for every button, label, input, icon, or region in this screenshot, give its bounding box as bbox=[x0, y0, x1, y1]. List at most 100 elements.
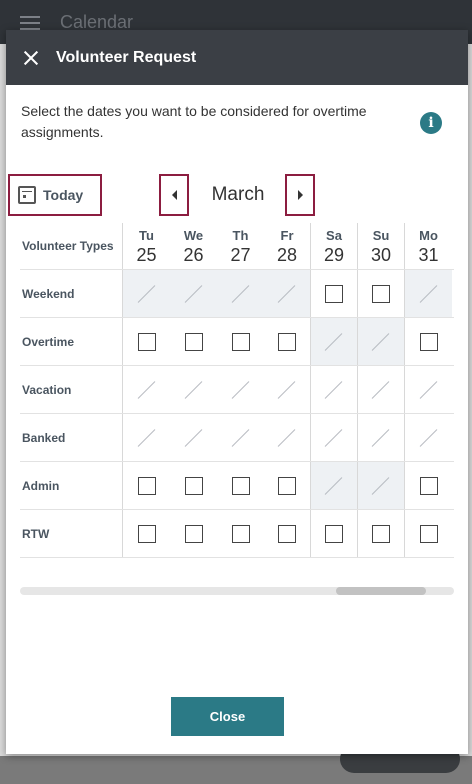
horizontal-scrollbar[interactable] bbox=[20, 587, 454, 595]
day-of-week: Fr bbox=[280, 227, 294, 243]
grid-header-row: Volunteer Types Tu 25 We 26 Th 27 Fr 28 Sa 29 Su 30… bbox=[20, 223, 454, 270]
grid-cell bbox=[358, 510, 405, 557]
grid-cell bbox=[123, 318, 170, 365]
volunteer-checkbox[interactable] bbox=[231, 332, 250, 351]
unavailable-slash-icon bbox=[278, 429, 296, 447]
unavailable-slash-icon bbox=[138, 381, 156, 399]
unavailable-slash-icon bbox=[185, 285, 203, 303]
volunteer-checkbox[interactable] bbox=[278, 476, 296, 495]
unavailable-slash-icon bbox=[420, 285, 438, 303]
close-button[interactable]: Close bbox=[171, 697, 284, 736]
grid-cell bbox=[264, 462, 311, 509]
grid-cell bbox=[405, 462, 452, 509]
grid-cell bbox=[123, 270, 170, 317]
day-header: We 26 bbox=[170, 223, 217, 269]
menu-icon[interactable] bbox=[20, 16, 40, 30]
volunteer-checkbox[interactable] bbox=[372, 284, 390, 303]
grid-cell bbox=[264, 318, 311, 365]
unavailable-slash-icon bbox=[325, 477, 343, 495]
grid-cell bbox=[358, 414, 405, 461]
unavailable-slash-icon bbox=[325, 381, 343, 399]
grid-cell bbox=[170, 270, 217, 317]
unavailable-slash-icon bbox=[420, 429, 438, 447]
day-number: 26 bbox=[183, 244, 204, 265]
grid-cell bbox=[170, 462, 217, 509]
grid-cell bbox=[123, 366, 170, 413]
volunteer-checkbox[interactable] bbox=[184, 524, 203, 543]
grid-cell bbox=[217, 366, 264, 413]
grid-cell bbox=[311, 270, 358, 317]
close-icon[interactable] bbox=[22, 49, 40, 67]
day-of-week: Sa bbox=[326, 227, 342, 243]
day-number: 30 bbox=[370, 244, 392, 265]
grid-cell bbox=[264, 510, 311, 557]
volunteer-type-label: Vacation bbox=[20, 366, 123, 413]
volunteer-checkbox[interactable] bbox=[419, 332, 438, 351]
volunteer-checkbox[interactable] bbox=[278, 524, 296, 543]
volunteer-checkbox[interactable] bbox=[137, 476, 156, 495]
grid-cell bbox=[264, 366, 311, 413]
unavailable-slash-icon bbox=[232, 285, 250, 303]
modal-header: Volunteer Request bbox=[6, 30, 468, 85]
grid-cell bbox=[217, 270, 264, 317]
grid-cell bbox=[311, 510, 358, 557]
grid-cell bbox=[170, 510, 217, 557]
calendar-icon bbox=[18, 186, 36, 204]
volunteer-checkbox[interactable] bbox=[137, 332, 156, 351]
unavailable-slash-icon bbox=[372, 477, 390, 495]
grid-cell bbox=[405, 510, 452, 557]
previous-month-button[interactable] bbox=[159, 174, 189, 216]
volunteer-checkbox[interactable] bbox=[231, 476, 250, 495]
volunteer-checkbox[interactable] bbox=[184, 332, 203, 351]
next-month-button[interactable] bbox=[285, 174, 315, 216]
grid-row: Weekend bbox=[20, 270, 454, 318]
info-icon[interactable]: i bbox=[420, 112, 442, 134]
grid-cell bbox=[123, 510, 170, 557]
grid-row: RTW bbox=[20, 510, 454, 558]
volunteer-checkbox[interactable] bbox=[372, 524, 390, 543]
volunteer-request-modal: Volunteer Request Select the dates you w… bbox=[6, 30, 468, 754]
volunteer-type-label: RTW bbox=[20, 510, 123, 557]
day-header: Su 30 bbox=[358, 223, 405, 269]
volunteer-checkbox[interactable] bbox=[278, 332, 296, 351]
grid-row: Vacation bbox=[20, 366, 454, 414]
volunteer-type-label: Weekend bbox=[20, 270, 123, 317]
volunteer-checkbox[interactable] bbox=[184, 476, 203, 495]
unavailable-slash-icon bbox=[278, 285, 296, 303]
grid-cell bbox=[405, 270, 452, 317]
today-button[interactable]: Today bbox=[8, 174, 102, 216]
day-of-week: Su bbox=[372, 227, 390, 243]
volunteer-grid: Volunteer Types Tu 25 We 26 Th 27 Fr 28 Sa 29 Su 30… bbox=[20, 223, 454, 558]
scrollbar-thumb[interactable] bbox=[336, 587, 426, 595]
day-number: 29 bbox=[323, 244, 345, 265]
unavailable-slash-icon bbox=[185, 381, 203, 399]
grid-cell bbox=[217, 318, 264, 365]
grid-cell bbox=[217, 510, 264, 557]
day-header: Sa 29 bbox=[311, 223, 358, 269]
volunteer-checkbox[interactable] bbox=[137, 524, 156, 543]
volunteer-checkbox[interactable] bbox=[325, 524, 343, 543]
grid-cell bbox=[264, 270, 311, 317]
unavailable-slash-icon bbox=[278, 381, 296, 399]
day-of-week: Th bbox=[232, 227, 249, 243]
grid-cell bbox=[123, 462, 170, 509]
unavailable-slash-icon bbox=[138, 429, 156, 447]
volunteer-type-label: Overtime bbox=[20, 318, 123, 365]
volunteer-type-label: Banked bbox=[20, 414, 123, 461]
day-header: Fr 28 bbox=[264, 223, 311, 269]
grid-cell bbox=[217, 414, 264, 461]
unavailable-slash-icon bbox=[372, 429, 390, 447]
modal-title: Volunteer Request bbox=[56, 48, 197, 66]
volunteer-type-label: Admin bbox=[20, 462, 123, 509]
day-number: 25 bbox=[136, 244, 157, 265]
day-header: Mo 31 bbox=[405, 223, 452, 269]
volunteer-checkbox[interactable] bbox=[231, 524, 250, 543]
grid-cell bbox=[170, 414, 217, 461]
volunteer-checkbox[interactable] bbox=[325, 284, 343, 303]
grid-cell bbox=[358, 318, 405, 365]
unavailable-slash-icon bbox=[232, 381, 250, 399]
chevron-right-icon bbox=[297, 190, 303, 200]
volunteer-checkbox[interactable] bbox=[419, 524, 438, 543]
day-number: 27 bbox=[230, 244, 251, 265]
volunteer-checkbox[interactable] bbox=[419, 476, 438, 495]
